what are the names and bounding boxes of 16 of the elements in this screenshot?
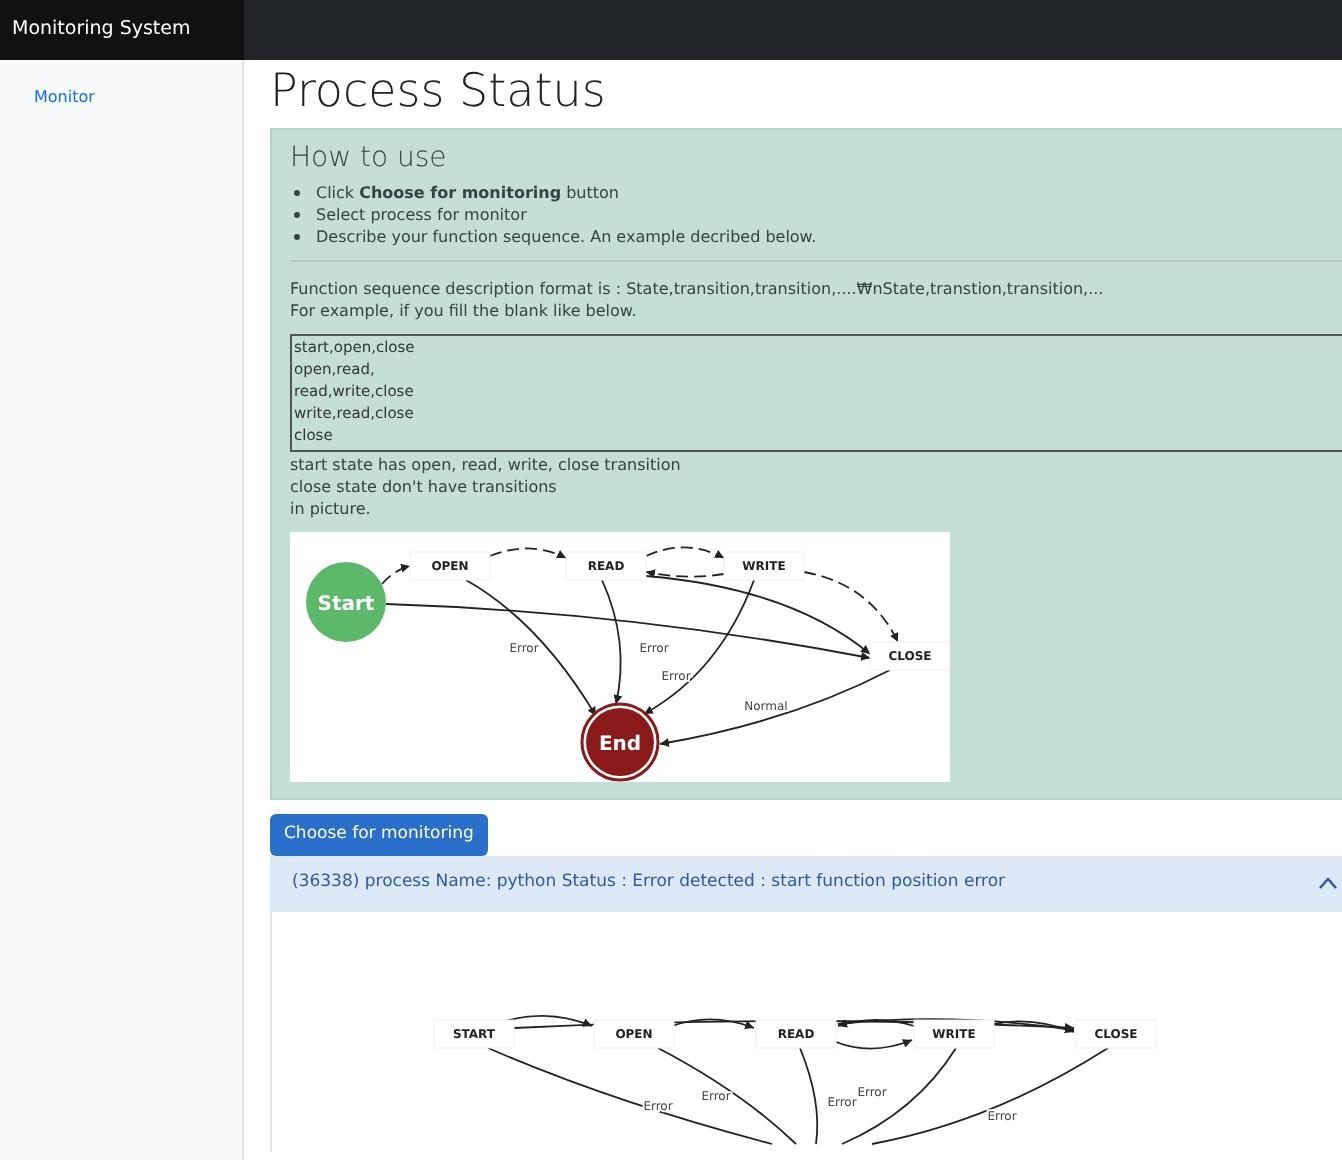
example-intro: For example, if you fill the blank like below.	[290, 300, 639, 323]
instruction-text: Select process for monitor	[316, 204, 527, 227]
end-node: End	[580, 702, 660, 782]
help-heading: How to use	[290, 142, 449, 177]
instruction-text: Describe your function sequence. An example decribed below.	[316, 226, 817, 249]
note-text: in picture.	[290, 498, 373, 521]
choose-button[interactable]: Choose for monitoring	[270, 814, 488, 856]
instruction-text: Click Choose for monitoring button	[316, 182, 619, 205]
note-text: start state has open, read, write, close transition	[290, 454, 683, 477]
sidebar-link[interactable]: Monitor	[34, 86, 95, 110]
process-accordion-header[interactable]: (36338) process Name: python Status : Error detected : start function position error	[270, 855, 1342, 912]
format-text: Function sequence description format is : State,transition,transition,....₩nState,transtion,transition,...	[290, 278, 1106, 301]
brand-title: Monitoring System	[0, 0, 244, 60]
page-title: Process Status	[270, 68, 608, 119]
note-text: close state don't have transitions	[290, 476, 559, 499]
start-node: Start	[306, 562, 386, 643]
